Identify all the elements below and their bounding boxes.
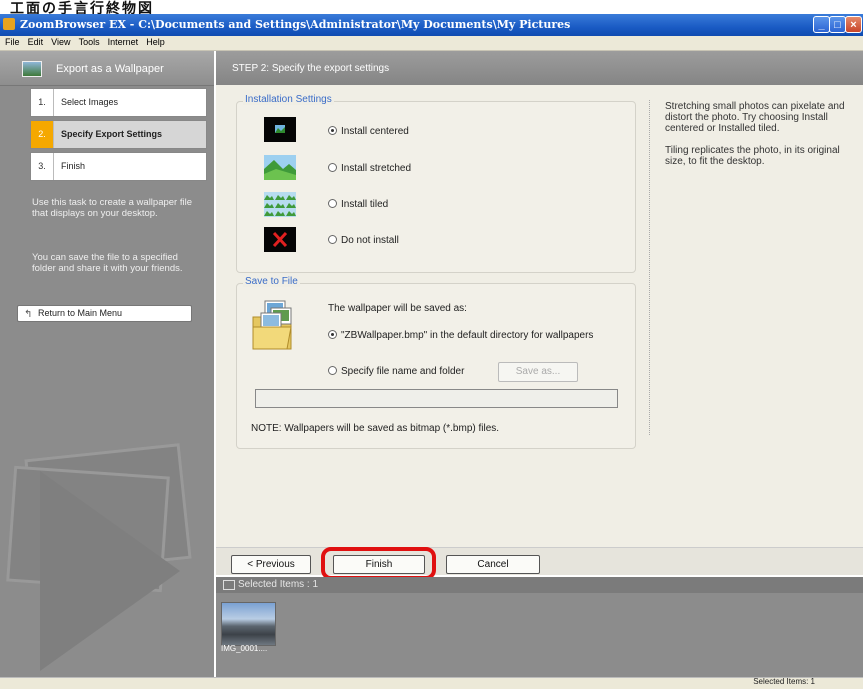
help-panel: Stretching small photos can pixelate and… <box>665 101 845 167</box>
stretched-wallpaper-icon <box>264 155 296 180</box>
cancel-button[interactable]: Cancel <box>446 555 540 574</box>
radio-unselected[interactable] <box>328 199 337 208</box>
do-not-install-label: Do not install <box>341 235 399 246</box>
return-to-main-menu-button[interactable]: ↰ Return to Main Menu <box>17 305 192 322</box>
step-number: 3. <box>31 153 54 180</box>
help-text-stretching: Stretching small photos can pixelate and… <box>665 101 845 134</box>
status-text: Selected Items: 1 <box>753 677 815 686</box>
maximize-button[interactable]: □ <box>829 16 846 33</box>
step-header: STEP 2: Specify the export settings <box>216 51 863 85</box>
radio-unselected[interactable] <box>328 366 337 375</box>
step-finish[interactable]: 3. Finish <box>30 152 207 181</box>
step-label: Select Images <box>61 97 119 107</box>
sidebar-description: You can save the file to a specified fol… <box>32 252 183 274</box>
window-title: ZoomBrowser EX - C:\Documents and Settin… <box>20 18 571 31</box>
menu-tools[interactable]: Tools <box>79 36 100 49</box>
install-centered-label: Install centered <box>341 126 409 137</box>
finish-highlight-callout <box>321 547 436 580</box>
install-tiled-label: Install tiled <box>341 199 389 210</box>
step-title: STEP 2: Specify the export settings <box>232 63 390 74</box>
installation-settings-title: Installation Settings <box>243 94 334 105</box>
step-specify-export-settings[interactable]: 2. Specify Export Settings <box>30 120 207 149</box>
status-bar: Selected Items: 1 <box>0 677 863 689</box>
return-arrow-icon: ↰ <box>24 309 33 320</box>
specify-file-label: Specify file name and folder <box>341 366 465 377</box>
centered-wallpaper-icon <box>264 117 296 142</box>
step-number: 2. <box>31 121 54 148</box>
installation-settings-group: Installation Settings <box>236 94 636 273</box>
app-icon <box>3 18 15 30</box>
save-intro-text: The wallpaper will be saved as: <box>328 303 467 314</box>
step-select-images[interactable]: 1. Select Images <box>30 88 207 117</box>
save-default-option[interactable]: "ZBWallpaper.bmp" in the default directo… <box>328 330 593 341</box>
save-default-label: "ZBWallpaper.bmp" in the default directo… <box>341 330 594 341</box>
menu-view[interactable]: View <box>51 36 70 49</box>
document-header: 工面の手言行終物図 <box>0 0 863 16</box>
previous-button[interactable]: < Previous <box>231 555 311 574</box>
menu-file[interactable]: File <box>5 36 20 49</box>
minimize-button[interactable]: _ <box>813 16 830 33</box>
menu-edit[interactable]: Edit <box>28 36 44 49</box>
menu-help[interactable]: Help <box>146 36 165 49</box>
save-as-button[interactable]: Save as... <box>498 362 578 382</box>
sidebar-title: Export as a Wallpaper <box>56 63 164 75</box>
wallpaper-icon <box>22 61 42 77</box>
save-note: NOTE: Wallpapers will be saved as bitmap… <box>251 423 500 434</box>
step-label: Specify Export Settings <box>61 129 163 139</box>
save-folder-icon <box>252 300 292 350</box>
install-stretched-label: Install stretched <box>341 163 412 174</box>
step-number: 1. <box>31 89 54 116</box>
selected-image-name: IMG_0001.... <box>221 644 268 653</box>
install-tiled-option[interactable]: Install tiled <box>328 199 388 210</box>
do-not-install-icon <box>264 227 296 252</box>
close-button[interactable]: × <box>845 16 862 33</box>
do-not-install-option[interactable]: Do not install <box>328 235 399 246</box>
install-centered-option[interactable]: Install centered <box>328 126 409 137</box>
radio-selected[interactable] <box>328 126 337 135</box>
install-stretched-option[interactable]: Install stretched <box>328 163 411 174</box>
help-text-tiling: Tiling replicates the photo, in its orig… <box>665 145 840 167</box>
selected-image-thumbnail[interactable] <box>221 602 276 646</box>
menu-bar: File Edit View Tools Internet Help <box>0 36 863 51</box>
selected-items-count: Selected Items : 1 <box>238 579 319 590</box>
tiled-wallpaper-icon <box>264 192 296 217</box>
decorative-arrow-icon <box>40 471 180 671</box>
radio-selected[interactable] <box>328 330 337 339</box>
selected-items-icon <box>223 580 235 590</box>
radio-unselected[interactable] <box>328 235 337 244</box>
save-to-file-title: Save to File <box>243 276 300 287</box>
step-label: Finish <box>61 161 86 171</box>
return-label: Return to Main Menu <box>38 308 123 318</box>
radio-unselected[interactable] <box>328 163 337 172</box>
specify-file-option[interactable]: Specify file name and folder <box>328 366 464 377</box>
file-path-field[interactable] <box>255 389 618 408</box>
help-divider <box>649 100 650 435</box>
window-titlebar[interactable]: ZoomBrowser EX - C:\Documents and Settin… <box>0 14 863 36</box>
menu-internet[interactable]: Internet <box>108 36 139 49</box>
sidebar-description: Use this task to create a wallpaper file… <box>32 197 192 219</box>
selected-items-header: Selected Items : 1 <box>216 577 863 593</box>
sidebar-header: Export as a Wallpaper <box>0 51 214 86</box>
task-sidebar: Export as a Wallpaper 1. Select Images 2… <box>0 51 214 677</box>
